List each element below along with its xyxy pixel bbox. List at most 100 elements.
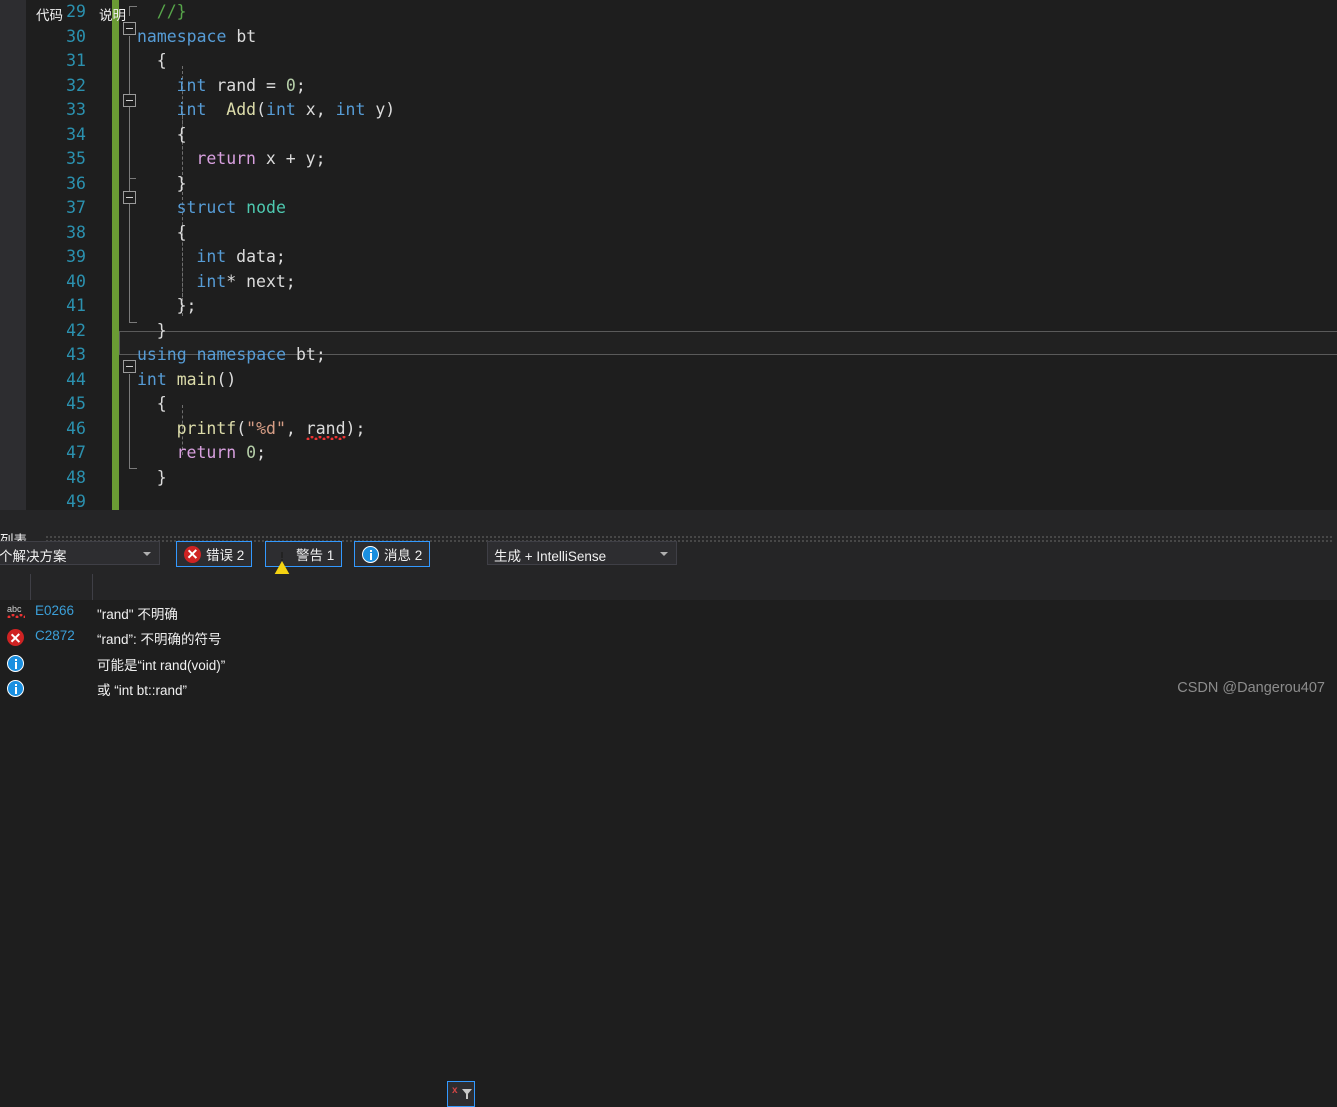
row-icon (7, 629, 25, 647)
token (236, 198, 246, 217)
build-filter-value: 生成 + IntelliSense (494, 545, 606, 565)
table-row[interactable]: abc E0266 "rand" 不明确 (0, 600, 1337, 625)
token: data; (226, 247, 286, 266)
code-line[interactable]: 35return x + y; (0, 147, 1337, 172)
token: int (266, 100, 296, 119)
token: ) (385, 100, 395, 119)
line-content: printf("%d", rand); (177, 417, 366, 442)
code-line[interactable]: 34{ (0, 123, 1337, 148)
line-content: int data; (196, 245, 285, 270)
visual-studio-window: 29//}30 namespace bt 31 {32int rand = 0;33i… (0, 0, 1337, 703)
token: int (177, 100, 207, 119)
code-line[interactable]: 43using namespace bt; (0, 343, 1337, 368)
token (167, 370, 177, 389)
code-line[interactable]: 30 namespace bt (0, 25, 1337, 50)
code-line[interactable]: 33int Add(int x, int y) (0, 98, 1337, 123)
token: bt (226, 27, 256, 46)
code-line[interactable]: 46printf("%d", rand); (0, 417, 1337, 442)
token: int (137, 370, 167, 389)
code-line[interactable]: 32int rand = 0; (0, 74, 1337, 99)
line-number: 43 (0, 343, 86, 368)
token: x + y; (256, 149, 326, 168)
token: , (286, 419, 306, 438)
token: return (177, 443, 237, 462)
error-icon (7, 629, 24, 646)
code-line[interactable]: 48} (0, 466, 1337, 491)
token: using namespace (137, 345, 286, 364)
code-line[interactable]: 40int* next; (0, 270, 1337, 295)
code-line[interactable]: 45 { (0, 392, 1337, 417)
code-editor[interactable]: 29//}30 namespace bt 31 {32int rand = 0;33i… (0, 0, 1337, 510)
token: y (365, 100, 385, 119)
table-row[interactable]: 可能是“int rand(void)” (0, 651, 1337, 676)
row-icon (7, 655, 25, 673)
header-divider-1 (30, 574, 31, 600)
row-icon: abc (7, 604, 25, 622)
line-number: 35 (0, 147, 86, 172)
code-line[interactable]: 44 int main() (0, 368, 1337, 393)
line-content: int* next; (196, 270, 295, 295)
line-content: { (177, 221, 187, 246)
code-line[interactable]: 37struct node (0, 196, 1337, 221)
filter-warnings-button[interactable]: 警告 1 (265, 541, 342, 567)
token: "%d" (246, 419, 286, 438)
line-number: 45 (0, 392, 86, 417)
watermark: CSDN @Dangerou407 (1177, 680, 1325, 696)
line-number: 39 (0, 245, 86, 270)
scope-filter-dropdown[interactable]: 个解决方案 (0, 541, 160, 565)
code-line[interactable]: 47return 0; (0, 441, 1337, 466)
intellisense-icon: abc (7, 604, 27, 622)
info-icon (7, 655, 24, 672)
token: 0 (246, 443, 256, 462)
token: namespace (137, 27, 226, 46)
code-text[interactable]: 29//}30 namespace bt 31 {32int rand = 0;33i… (0, 0, 1337, 510)
line-number: 44 (0, 368, 86, 393)
column-header-description[interactable]: 说明 (99, 4, 126, 24)
code-line[interactable]: 39 int data; (0, 245, 1337, 270)
line-content: namespace bt (137, 25, 256, 50)
error-icon (184, 546, 201, 563)
row-icon (7, 680, 25, 698)
column-header-code[interactable]: 代码 (36, 4, 63, 24)
token: struct (177, 198, 237, 217)
build-filter-dropdown[interactable]: 生成 + IntelliSense (487, 541, 677, 565)
clear-filter-button[interactable]: x (447, 1081, 475, 1107)
code-line[interactable]: 38{ (0, 221, 1337, 246)
row-code[interactable]: C2872 (35, 628, 75, 643)
line-number: 31 (0, 49, 86, 74)
error-list-rows[interactable]: abc E0266 "rand" 不明确C2872“rand”: 不明确的符号可能是… (0, 600, 1337, 703)
code-line[interactable]: 31 { (0, 49, 1337, 74)
token: () (217, 370, 237, 389)
token: rand = (206, 76, 285, 95)
line-content: { (177, 123, 187, 148)
line-number: 30 (0, 25, 86, 50)
line-content: int rand = 0; (177, 74, 306, 99)
line-content: } (157, 319, 167, 344)
line-content: { (157, 49, 167, 74)
code-line[interactable]: 36} (0, 172, 1337, 197)
filter-messages-button[interactable]: 消息 2 (354, 541, 430, 567)
table-row[interactable]: C2872“rand”: 不明确的符号 (0, 625, 1337, 650)
code-line[interactable]: 42} (0, 319, 1337, 344)
token: } (157, 468, 167, 487)
line-content: return 0; (177, 441, 266, 466)
token: x, (296, 100, 336, 119)
line-content: { (157, 392, 167, 417)
filter-errors-button[interactable]: 错误 2 (176, 541, 252, 567)
code-line[interactable]: 49 (0, 490, 1337, 510)
table-row[interactable]: 或 “int bt::rand” (0, 676, 1337, 701)
token: ); (346, 419, 366, 438)
header-divider-2 (92, 574, 93, 600)
token: { (177, 223, 187, 242)
token: main (177, 370, 217, 389)
code-line[interactable]: 29//} (0, 0, 1337, 25)
row-code[interactable]: E0266 (35, 603, 74, 618)
token: }; (177, 296, 197, 315)
line-number: 36 (0, 172, 86, 197)
code-line[interactable]: 41}; (0, 294, 1337, 319)
line-content: int Add(int x, int y) (177, 98, 396, 123)
token: } (157, 321, 167, 340)
row-description: "rand" 不明确 (97, 603, 178, 623)
line-number: 37 (0, 196, 86, 221)
line-number: 41 (0, 294, 86, 319)
